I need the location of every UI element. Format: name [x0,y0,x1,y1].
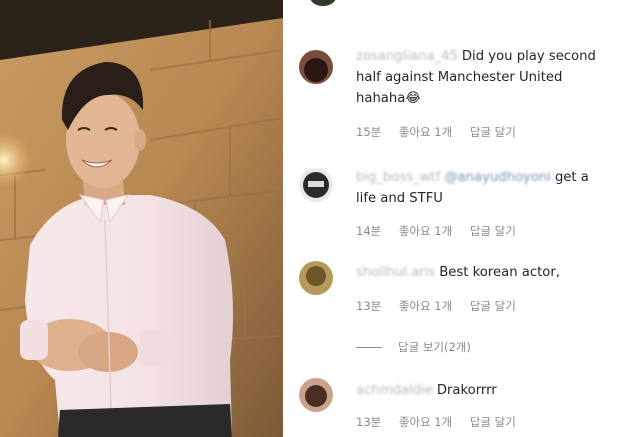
comment-meta: 15분 좋아요 1개 답글 달기 [356,124,530,140]
comment-meta: 13분 좋아요 1개 답글 달기 [356,298,530,314]
view-replies-label[interactable]: 답글 보기(2개) [398,340,471,354]
reply-button[interactable]: 답글 달기 [470,298,516,314]
comment-time: 13분 [356,299,382,313]
divider [356,347,382,348]
username-link[interactable]: zosangliana_45 [356,49,458,64]
user-avatar-icon [299,261,333,295]
reply-button[interactable]: 답글 달기 [470,414,516,430]
likes-count[interactable]: 좋아요 1개 [399,414,452,430]
comment-meta: 14분 좋아요 1개 답글 달기 [356,223,530,239]
likes-count[interactable]: 좋아요 1개 [399,298,452,314]
likes-count[interactable]: 좋아요 1개 [399,124,452,140]
comment-body: Best korean actor, [439,265,560,280]
username-link[interactable]: big_boss_wtf [356,170,440,185]
view-replies-button[interactable]: 답글 보기(2개) [356,339,471,355]
comment-text: shollhul.aris Best korean actor, [356,262,608,283]
comment-body: Drakorrrr [436,383,497,398]
avatar[interactable] [299,168,333,202]
post-photo [0,0,283,437]
reply-button[interactable]: 답글 달기 [470,124,516,140]
user-avatar-icon [299,50,333,84]
username-link[interactable]: achmdaldie [356,383,433,398]
mention-link[interactable]: @anayudhoyoni [444,170,551,185]
avatar[interactable] [299,261,333,295]
username-link[interactable]: shollhul.aris [356,265,435,280]
person-photo-icon [0,0,283,437]
comment-time: 14분 [356,224,382,238]
comment-text: big_boss_wtf @anayudhoyoni get a life and … [356,167,608,209]
comment-time: 13분 [356,415,382,429]
avatar[interactable] [299,378,333,412]
user-avatar-icon [299,168,333,202]
screenshot: zosangliana_45 Did you play second half a… [0,0,620,437]
comment-meta: 13분 좋아요 1개 답글 달기 [356,414,530,430]
user-avatar-icon [299,378,333,412]
likes-count[interactable]: 좋아요 1개 [399,223,452,239]
comment-text: achmdaldie Drakorrrr [356,380,608,401]
comment-time: 15분 [356,125,382,139]
avatar[interactable] [310,0,336,6]
comments-panel: zosangliana_45 Did you play second half a… [283,0,620,437]
comment-text: zosangliana_45 Did you play second half a… [356,46,608,109]
avatar[interactable] [299,50,333,84]
reply-button[interactable]: 답글 달기 [470,223,516,239]
